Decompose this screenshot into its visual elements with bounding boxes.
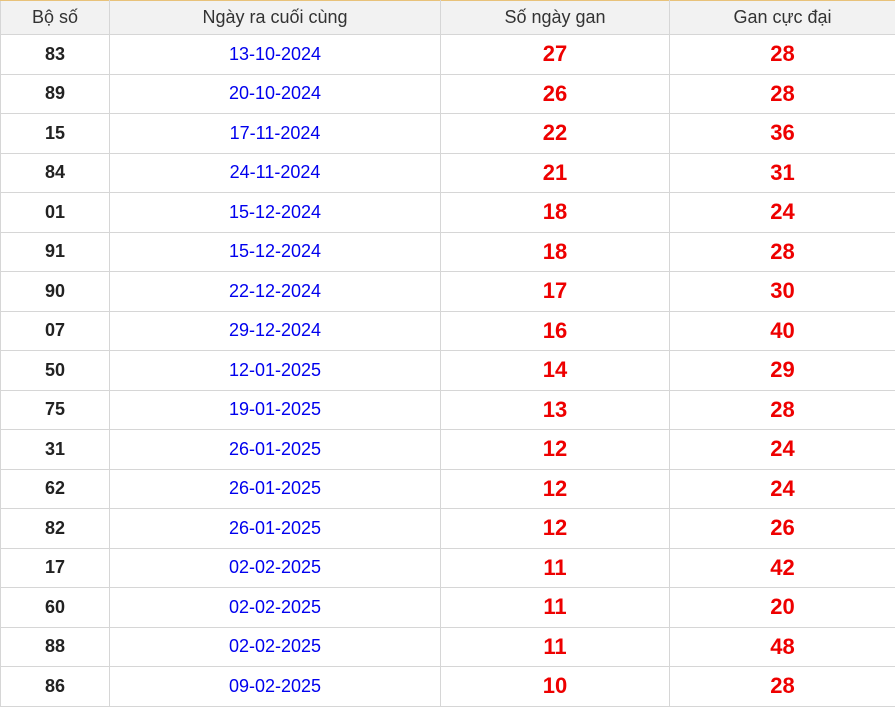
max-gan-cell: 24 [669,429,895,470]
gan-days-cell: 11 [440,626,670,667]
gan-days-cell: 12 [440,508,670,549]
header-cap: Bộ số [0,0,110,35]
cap-cell: 17 [0,547,110,588]
cap-cell: 91 [0,231,110,272]
max-gan-cell: 24 [669,468,895,509]
max-gan-cell: 40 [669,310,895,351]
gan-days-cell: 10 [440,666,670,707]
table-row: 50 12-01-2025 14 29 [0,350,895,391]
gan-days-cell: 18 [440,192,670,233]
last-date-cell: 24-11-2024 [109,152,441,193]
gan-days-cell: 11 [440,547,670,588]
last-date-cell: 02-02-2025 [109,626,441,667]
last-date-cell: 13-10-2024 [109,34,441,75]
last-date-cell: 22-12-2024 [109,271,441,312]
cap-cell: 75 [0,389,110,430]
cap-cell: 62 [0,468,110,509]
max-gan-cell: 30 [669,271,895,312]
header-max-gan: Gan cực đại [669,0,895,35]
table-row: 90 22-12-2024 17 30 [0,271,895,312]
max-gan-cell: 42 [669,547,895,588]
last-date-cell: 20-10-2024 [109,73,441,114]
last-date-cell: 17-11-2024 [109,113,441,154]
cap-cell: 84 [0,152,110,193]
gan-days-cell: 12 [440,468,670,509]
cap-cell: 89 [0,73,110,114]
max-gan-cell: 31 [669,152,895,193]
gan-days-cell: 26 [440,73,670,114]
table-row: 31 26-01-2025 12 24 [0,429,895,470]
header-last-date: Ngày ra cuối cùng [109,0,441,35]
max-gan-cell: 36 [669,113,895,154]
last-date-cell: 02-02-2025 [109,547,441,588]
gan-days-cell: 16 [440,310,670,351]
table-row: 88 02-02-2025 11 48 [0,626,895,667]
cap-cell: 82 [0,508,110,549]
table-body: 83 13-10-2024 27 28 89 20-10-2024 26 28 15 17-11-… [0,34,895,707]
last-date-cell: 09-02-2025 [109,666,441,707]
table-row: 89 20-10-2024 26 28 [0,73,895,114]
last-date-cell: 02-02-2025 [109,587,441,628]
table-header: Bộ số Ngày ra cuối cùng Số ngày gan Gan … [0,0,895,35]
table-row: 83 13-10-2024 27 28 [0,34,895,75]
table-row: 75 19-01-2025 13 28 [0,389,895,430]
cap-cell: 07 [0,310,110,351]
max-gan-cell: 28 [669,389,895,430]
last-date-cell: 26-01-2025 [109,429,441,470]
last-date-cell: 26-01-2025 [109,468,441,509]
cap-cell: 60 [0,587,110,628]
gan-table: Bộ số Ngày ra cuối cùng Số ngày gan Gan … [0,0,895,707]
gan-days-cell: 27 [440,34,670,75]
cap-cell: 88 [0,626,110,667]
header-gan-days: Số ngày gan [440,0,670,35]
max-gan-cell: 28 [669,231,895,272]
cap-cell: 90 [0,271,110,312]
header-row: Bộ số Ngày ra cuối cùng Số ngày gan Gan … [0,0,895,35]
cap-cell: 15 [0,113,110,154]
last-date-cell: 19-01-2025 [109,389,441,430]
gan-days-cell: 11 [440,587,670,628]
gan-days-cell: 21 [440,152,670,193]
gan-days-cell: 18 [440,231,670,272]
gan-days-cell: 12 [440,429,670,470]
table-row: 17 02-02-2025 11 42 [0,547,895,588]
gan-days-cell: 13 [440,389,670,430]
gan-days-cell: 14 [440,350,670,391]
last-date-cell: 29-12-2024 [109,310,441,351]
max-gan-cell: 29 [669,350,895,391]
last-date-cell: 12-01-2025 [109,350,441,391]
max-gan-cell: 20 [669,587,895,628]
cap-cell: 01 [0,192,110,233]
cap-cell: 50 [0,350,110,391]
max-gan-cell: 28 [669,666,895,707]
max-gan-cell: 26 [669,508,895,549]
table-row: 07 29-12-2024 16 40 [0,310,895,351]
max-gan-cell: 48 [669,626,895,667]
cap-cell: 31 [0,429,110,470]
table-row: 62 26-01-2025 12 24 [0,468,895,509]
gan-days-cell: 22 [440,113,670,154]
last-date-cell: 26-01-2025 [109,508,441,549]
table-row: 86 09-02-2025 10 28 [0,666,895,707]
cap-cell: 83 [0,34,110,75]
last-date-cell: 15-12-2024 [109,192,441,233]
table-row: 84 24-11-2024 21 31 [0,152,895,193]
table-row: 01 15-12-2024 18 24 [0,192,895,233]
max-gan-cell: 28 [669,34,895,75]
table-row: 15 17-11-2024 22 36 [0,113,895,154]
cap-cell: 86 [0,666,110,707]
last-date-cell: 15-12-2024 [109,231,441,272]
max-gan-cell: 28 [669,73,895,114]
table-row: 82 26-01-2025 12 26 [0,508,895,549]
table-row: 91 15-12-2024 18 28 [0,231,895,272]
max-gan-cell: 24 [669,192,895,233]
gan-days-cell: 17 [440,271,670,312]
table-row: 60 02-02-2025 11 20 [0,587,895,628]
